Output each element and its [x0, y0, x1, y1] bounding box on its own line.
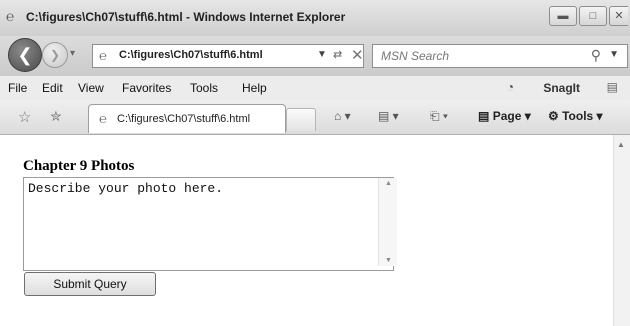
- textarea-scrollbar[interactable]: ▲ ▼: [378, 178, 397, 266]
- window-controls: ▬ □ ✕: [549, 6, 628, 26]
- menu-bar: File Edit View Favorites Tools Help ◔ Sn…: [0, 76, 630, 101]
- ie-icon: ℮: [6, 8, 15, 24]
- back-button[interactable]: ❮: [8, 38, 42, 72]
- navigation-bar: ❮ ❯ ▾ ℮ C:\figures\Ch07\stuff\6.html ▼ ⇄…: [0, 36, 630, 77]
- menu-view[interactable]: View: [78, 81, 104, 95]
- minimize-button[interactable]: ▬: [549, 6, 577, 26]
- tools-menu-button[interactable]: ⚙ Tools ▾: [548, 109, 603, 123]
- feeds-icon[interactable]: ▤ ▾: [378, 109, 399, 123]
- search-placeholder[interactable]: MSN Search: [381, 49, 449, 63]
- back-arrow-icon: ❮: [17, 45, 33, 65]
- menu-edit[interactable]: Edit: [42, 81, 63, 95]
- page-heading: Chapter 9 Photos: [23, 158, 135, 174]
- page-scrollbar[interactable]: ▲: [613, 135, 630, 326]
- print-icon[interactable]: ⎗ ▾: [430, 109, 448, 124]
- page-menu-label: Page: [492, 109, 522, 123]
- page-icon: ℮: [99, 48, 107, 63]
- gear-icon: ⚙: [548, 109, 559, 123]
- star-icon[interactable]: ☆: [18, 108, 31, 126]
- edit-window-icon[interactable]: ▤: [607, 80, 618, 94]
- scroll-down-icon[interactable]: ▼: [385, 257, 392, 264]
- address-text[interactable]: C:\figures\Ch07\stuff\6.html: [119, 49, 263, 61]
- menu-favorites[interactable]: Favorites: [122, 81, 171, 95]
- new-tab-button[interactable]: [286, 108, 316, 131]
- close-button[interactable]: ✕: [609, 6, 628, 26]
- search-icon[interactable]: ⚲: [591, 47, 601, 64]
- maximize-button[interactable]: □: [579, 6, 607, 26]
- window-title: C:\figures\Ch07\stuff\6.html - Windows I…: [26, 10, 346, 24]
- photo-description-textarea[interactable]: Describe your photo here.: [23, 177, 394, 271]
- page-menu-button[interactable]: ▤ Page ▾: [478, 109, 531, 123]
- tab-bar: ☆ ✮ ℮ C:\figures\Ch07\stuff\6.html ⌂ ▾ ▤…: [0, 100, 630, 135]
- title-bar: ℮ C:\figures\Ch07\stuff\6.html - Windows…: [0, 0, 630, 37]
- menu-file[interactable]: File: [8, 81, 27, 95]
- history-dropdown-icon[interactable]: ▾: [70, 48, 75, 59]
- stop-icon[interactable]: ✕: [351, 46, 364, 64]
- address-bar[interactable]: ℮ C:\figures\Ch07\stuff\6.html ▼ ⇄ ✕: [92, 44, 364, 68]
- tools-menu-label: Tools: [562, 109, 594, 123]
- menu-help[interactable]: Help: [242, 81, 267, 95]
- add-favorite-icon[interactable]: ✮: [50, 108, 62, 125]
- submit-query-button[interactable]: Submit Query: [24, 272, 156, 296]
- scroll-up-icon[interactable]: ▲: [385, 180, 392, 187]
- search-box[interactable]: MSN Search ⚲ ▼: [372, 44, 628, 68]
- address-dropdown-icon[interactable]: ▼: [317, 49, 327, 60]
- search-dropdown-icon[interactable]: ▼: [609, 49, 619, 60]
- forward-button[interactable]: ❯: [42, 42, 68, 68]
- page-icon: ℮: [99, 111, 107, 126]
- home-icon[interactable]: ⌂ ▾: [334, 109, 351, 123]
- snagit-button[interactable]: SnagIt: [543, 81, 580, 95]
- snagit-icon: ◔: [506, 80, 514, 94]
- tab-label: C:\figures\Ch07\stuff\6.html: [117, 113, 251, 125]
- refresh-icon[interactable]: ⇄: [333, 48, 342, 61]
- page-icon: ▤: [478, 109, 490, 123]
- scroll-up-icon[interactable]: ▲: [617, 140, 625, 149]
- forward-arrow-icon: ❯: [49, 48, 61, 62]
- tab-current-page[interactable]: ℮ C:\figures\Ch07\stuff\6.html: [88, 104, 286, 133]
- menu-tools[interactable]: Tools: [190, 81, 218, 95]
